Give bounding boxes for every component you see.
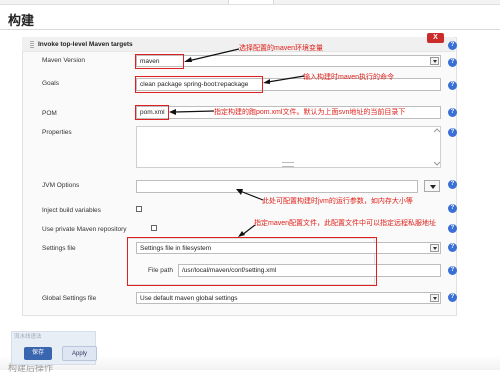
- top-tab-bar: [0, 0, 500, 5]
- delete-step-button[interactable]: X: [427, 33, 444, 43]
- global-settings-value: Use default maven global settings: [140, 295, 238, 302]
- help-icon[interactable]: ?: [448, 243, 457, 252]
- global-settings-label: Global Settings file: [42, 295, 97, 302]
- arrow-goals: [263, 75, 305, 84]
- chevron-down-icon: [430, 57, 439, 65]
- jvm-options-input[interactable]: [136, 180, 418, 193]
- highlight-box-pom: [135, 105, 169, 120]
- inject-build-variables-label: Inject build variables: [42, 207, 101, 214]
- annotation-goals: 输入构建时maven执行的命令: [303, 74, 395, 81]
- title-divider: [0, 29, 500, 30]
- global-settings-select[interactable]: Use default maven global settings: [136, 292, 441, 304]
- resize-grip[interactable]: [282, 162, 294, 167]
- jvm-options-label: JVM Options: [42, 182, 80, 189]
- chevron-down-icon: [430, 294, 439, 302]
- chevron-down-icon: [430, 244, 439, 252]
- expand-button[interactable]: [424, 180, 440, 192]
- maven-version-label: Maven Version: [42, 57, 85, 64]
- save-button[interactable]: 保存: [24, 347, 52, 360]
- properties-textarea[interactable]: [136, 126, 441, 168]
- arrow-pom: [169, 109, 215, 115]
- pom-label: POM: [42, 110, 57, 117]
- goals-label: Goals: [42, 80, 59, 87]
- help-icon[interactable]: ?: [448, 108, 457, 117]
- build-step-title: Invoke top-level Maven targets: [38, 41, 133, 48]
- apply-button[interactable]: Apply: [62, 346, 97, 361]
- help-icon[interactable]: ?: [448, 81, 457, 90]
- arrow-jvm: [236, 189, 264, 201]
- help-icon[interactable]: ?: [448, 58, 457, 67]
- help-icon[interactable]: ?: [448, 128, 457, 137]
- help-icon[interactable]: ?: [448, 293, 457, 302]
- help-icon[interactable]: ?: [448, 204, 457, 213]
- private-repo-label: Use private Maven repository: [42, 226, 127, 233]
- annotation-pom: 指定构建的跑pom.xml文件。默认为上面svn地址的当前目录下: [214, 109, 406, 116]
- highlight-box-settings: [127, 237, 377, 286]
- annotation-jvm: 此处可配置构建时jvm的运行参数，如内存大小等: [262, 198, 413, 205]
- settings-file-label: Settings file: [42, 245, 76, 252]
- inject-build-variables-checkbox[interactable]: [136, 206, 142, 212]
- help-icon[interactable]: ?: [448, 180, 457, 189]
- private-repo-checkbox[interactable]: [151, 225, 157, 231]
- help-icon[interactable]: ?: [448, 41, 457, 50]
- highlight-box-maven: [135, 54, 184, 69]
- help-icon[interactable]: ?: [448, 266, 457, 275]
- active-tab[interactable]: [228, 0, 274, 4]
- annotation-maven-env: 选择配置的maven环境变量: [239, 45, 324, 52]
- properties-label: Properties: [42, 129, 72, 136]
- drag-handle-icon[interactable]: [30, 41, 34, 48]
- highlight-box-goals: [135, 76, 263, 93]
- arrow-maven: [184, 48, 240, 62]
- page-title: 构建: [8, 13, 35, 28]
- annotation-settings: 指定maven配置文件，此配置文件中可以指定远程私服地址: [254, 220, 437, 227]
- textarea-scroll-icon[interactable]: [434, 128, 440, 166]
- arrow-settings: [238, 224, 256, 237]
- bottom-panel-label: 流水线语法: [14, 334, 42, 340]
- help-icon[interactable]: ?: [448, 224, 457, 233]
